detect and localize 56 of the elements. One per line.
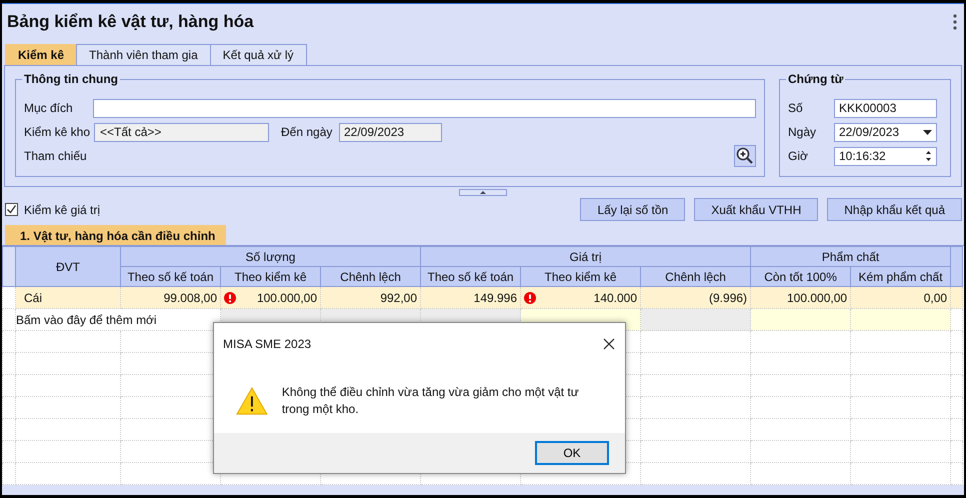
table-cell: 992,00	[380, 290, 418, 304]
field-label: Giờ	[788, 149, 809, 163]
time-spinner[interactable]: 10:16:32	[834, 146, 937, 166]
ok-button[interactable]: OK	[535, 441, 609, 465]
dialog-message: Không thể điều chỉnh vừa tăng vừa giảm cho một vật tư trong một kho.	[282, 384, 580, 418]
close-icon	[603, 338, 615, 350]
column-header[interactable]: Còn tốt 100%	[750, 266, 851, 286]
table-cell: 99.008,00	[164, 290, 217, 304]
table-cell: (9.996)	[709, 290, 748, 304]
group-title: Thông tin chung	[22, 72, 120, 86]
group-title: Chứng từ	[786, 72, 846, 86]
table-cell: 140.000	[594, 290, 638, 304]
more-icon	[953, 14, 957, 30]
input-field[interactable]: 22/09/2023	[339, 122, 442, 142]
input-field[interactable]	[93, 98, 756, 118]
action-button[interactable]: Lấy lại số tồn	[580, 198, 686, 221]
table-cell: 100.000,00	[256, 290, 317, 304]
table-cell: 0,00	[924, 290, 948, 304]
field-label: Ngày	[788, 125, 818, 139]
column-header[interactable]: ĐVT	[16, 246, 120, 286]
column-header[interactable]: Chênh lệch	[640, 266, 751, 286]
input-field[interactable]: <<Tất cả>>	[94, 122, 269, 142]
tab[interactable]: Kiểm kê	[5, 44, 78, 65]
column-header[interactable]: Theo số kế toán	[420, 266, 521, 286]
action-button[interactable]: Xuất khẩu VTHH	[694, 198, 818, 221]
table-cell: Cái	[16, 286, 120, 308]
tab[interactable]: Thành viên tham gia	[76, 44, 211, 65]
dropdown-icon	[923, 130, 932, 134]
input-field[interactable]: KKK00003	[834, 98, 937, 118]
section-tab[interactable]: 1. Vật tư, hàng hóa cần điều chỉnh	[5, 225, 226, 245]
splitter-handle-icon	[459, 189, 507, 196]
window-title: Bảng kiểm kê vật tư, hàng hóa	[7, 12, 254, 32]
action-button[interactable]: Nhập khẩu kết quả	[827, 198, 962, 221]
spinner-icon	[925, 150, 932, 162]
column-header[interactable]: Theo kiểm kê	[220, 266, 320, 286]
table-cell: 100.000,00	[786, 290, 848, 304]
column-header[interactable]: Kém phẩm chất	[850, 266, 951, 286]
date-picker[interactable]: 22/09/2023	[834, 122, 937, 142]
checkbox[interactable]	[5, 203, 18, 216]
zoom-button[interactable]	[734, 145, 756, 167]
field-label: Đến ngày	[281, 125, 334, 139]
dialog-title: MISA SME 2023	[223, 337, 312, 351]
column-header[interactable]: Theo số kế toán	[120, 266, 220, 286]
column-group-header: Phẩm chất	[750, 246, 951, 266]
checkbox-label: Kiểm kê giá trị	[24, 202, 100, 216]
table-cell: 149.996	[474, 290, 518, 304]
field-label: Số	[788, 101, 804, 115]
column-group-header: Giá trị	[420, 246, 751, 266]
column-header[interactable]: Theo kiểm kê	[520, 266, 641, 286]
tab[interactable]: Kết quả xử lý	[210, 44, 306, 65]
column-group-header: Số lượng	[120, 246, 421, 266]
field-label: Tham chiếu	[24, 149, 88, 163]
warning-icon	[236, 386, 268, 416]
field-label: Kiểm kê kho	[24, 125, 92, 139]
column-header[interactable]: Chênh lệch	[320, 266, 421, 286]
field-label: Mục đích	[24, 101, 74, 115]
